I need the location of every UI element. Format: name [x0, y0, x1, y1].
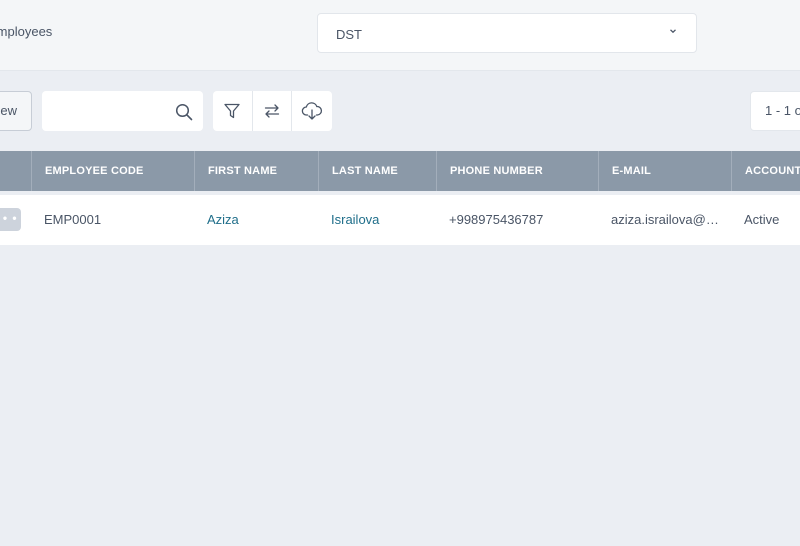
- column-header-account-status[interactable]: ACCOUNT STATUS: [731, 151, 800, 191]
- search-icon[interactable]: [175, 103, 193, 121]
- cell-employee-code: EMP0001: [44, 212, 102, 227]
- employees-table: EMPLOYEE CODE FIRST NAME LAST NAME PHONE…: [0, 151, 800, 245]
- page-title: Employees: [0, 24, 53, 39]
- table-row[interactable]: • • • EMP0001 Aziza Israilova +998975436…: [0, 195, 800, 245]
- new-button[interactable]: New: [0, 91, 32, 131]
- filter-icon: [224, 103, 240, 119]
- search-box: [42, 91, 203, 131]
- cell-first-name-link[interactable]: Aziza: [194, 195, 318, 245]
- cell-phone-number: +998975436787: [449, 212, 544, 227]
- cell-last-name-link[interactable]: Israilova: [318, 195, 436, 245]
- column-header-first-name[interactable]: FIRST NAME: [194, 151, 318, 191]
- swap-button[interactable]: [253, 91, 293, 131]
- table-header: EMPLOYEE CODE FIRST NAME LAST NAME PHONE…: [0, 151, 800, 191]
- swap-icon: [264, 104, 280, 118]
- pagination-info: 1 - 1 of 1: [750, 91, 800, 131]
- cloud-download-icon: [301, 102, 323, 120]
- filter-button[interactable]: [213, 91, 253, 131]
- row-actions-button[interactable]: • • •: [0, 208, 21, 231]
- download-button[interactable]: [292, 91, 332, 131]
- chevron-down-icon: [670, 29, 676, 34]
- cell-account-status: Active: [744, 212, 780, 227]
- column-header-phone-number[interactable]: PHONE NUMBER: [436, 151, 598, 191]
- cell-email: aziza.israilova@gmail.com: [611, 212, 731, 227]
- column-header-email[interactable]: E-MAIL: [598, 151, 731, 191]
- top-bar: Employees DST: [0, 0, 800, 71]
- company-select[interactable]: DST: [317, 13, 697, 53]
- table-actions: [213, 91, 332, 131]
- column-header-actions: [0, 151, 31, 191]
- company-select-value: DST: [336, 27, 362, 42]
- toolbar: New 1 - 1 of 1: [0, 91, 800, 131]
- column-header-employee-code[interactable]: EMPLOYEE CODE: [31, 151, 194, 191]
- search-input[interactable]: [42, 91, 167, 131]
- column-header-last-name[interactable]: LAST NAME: [318, 151, 436, 191]
